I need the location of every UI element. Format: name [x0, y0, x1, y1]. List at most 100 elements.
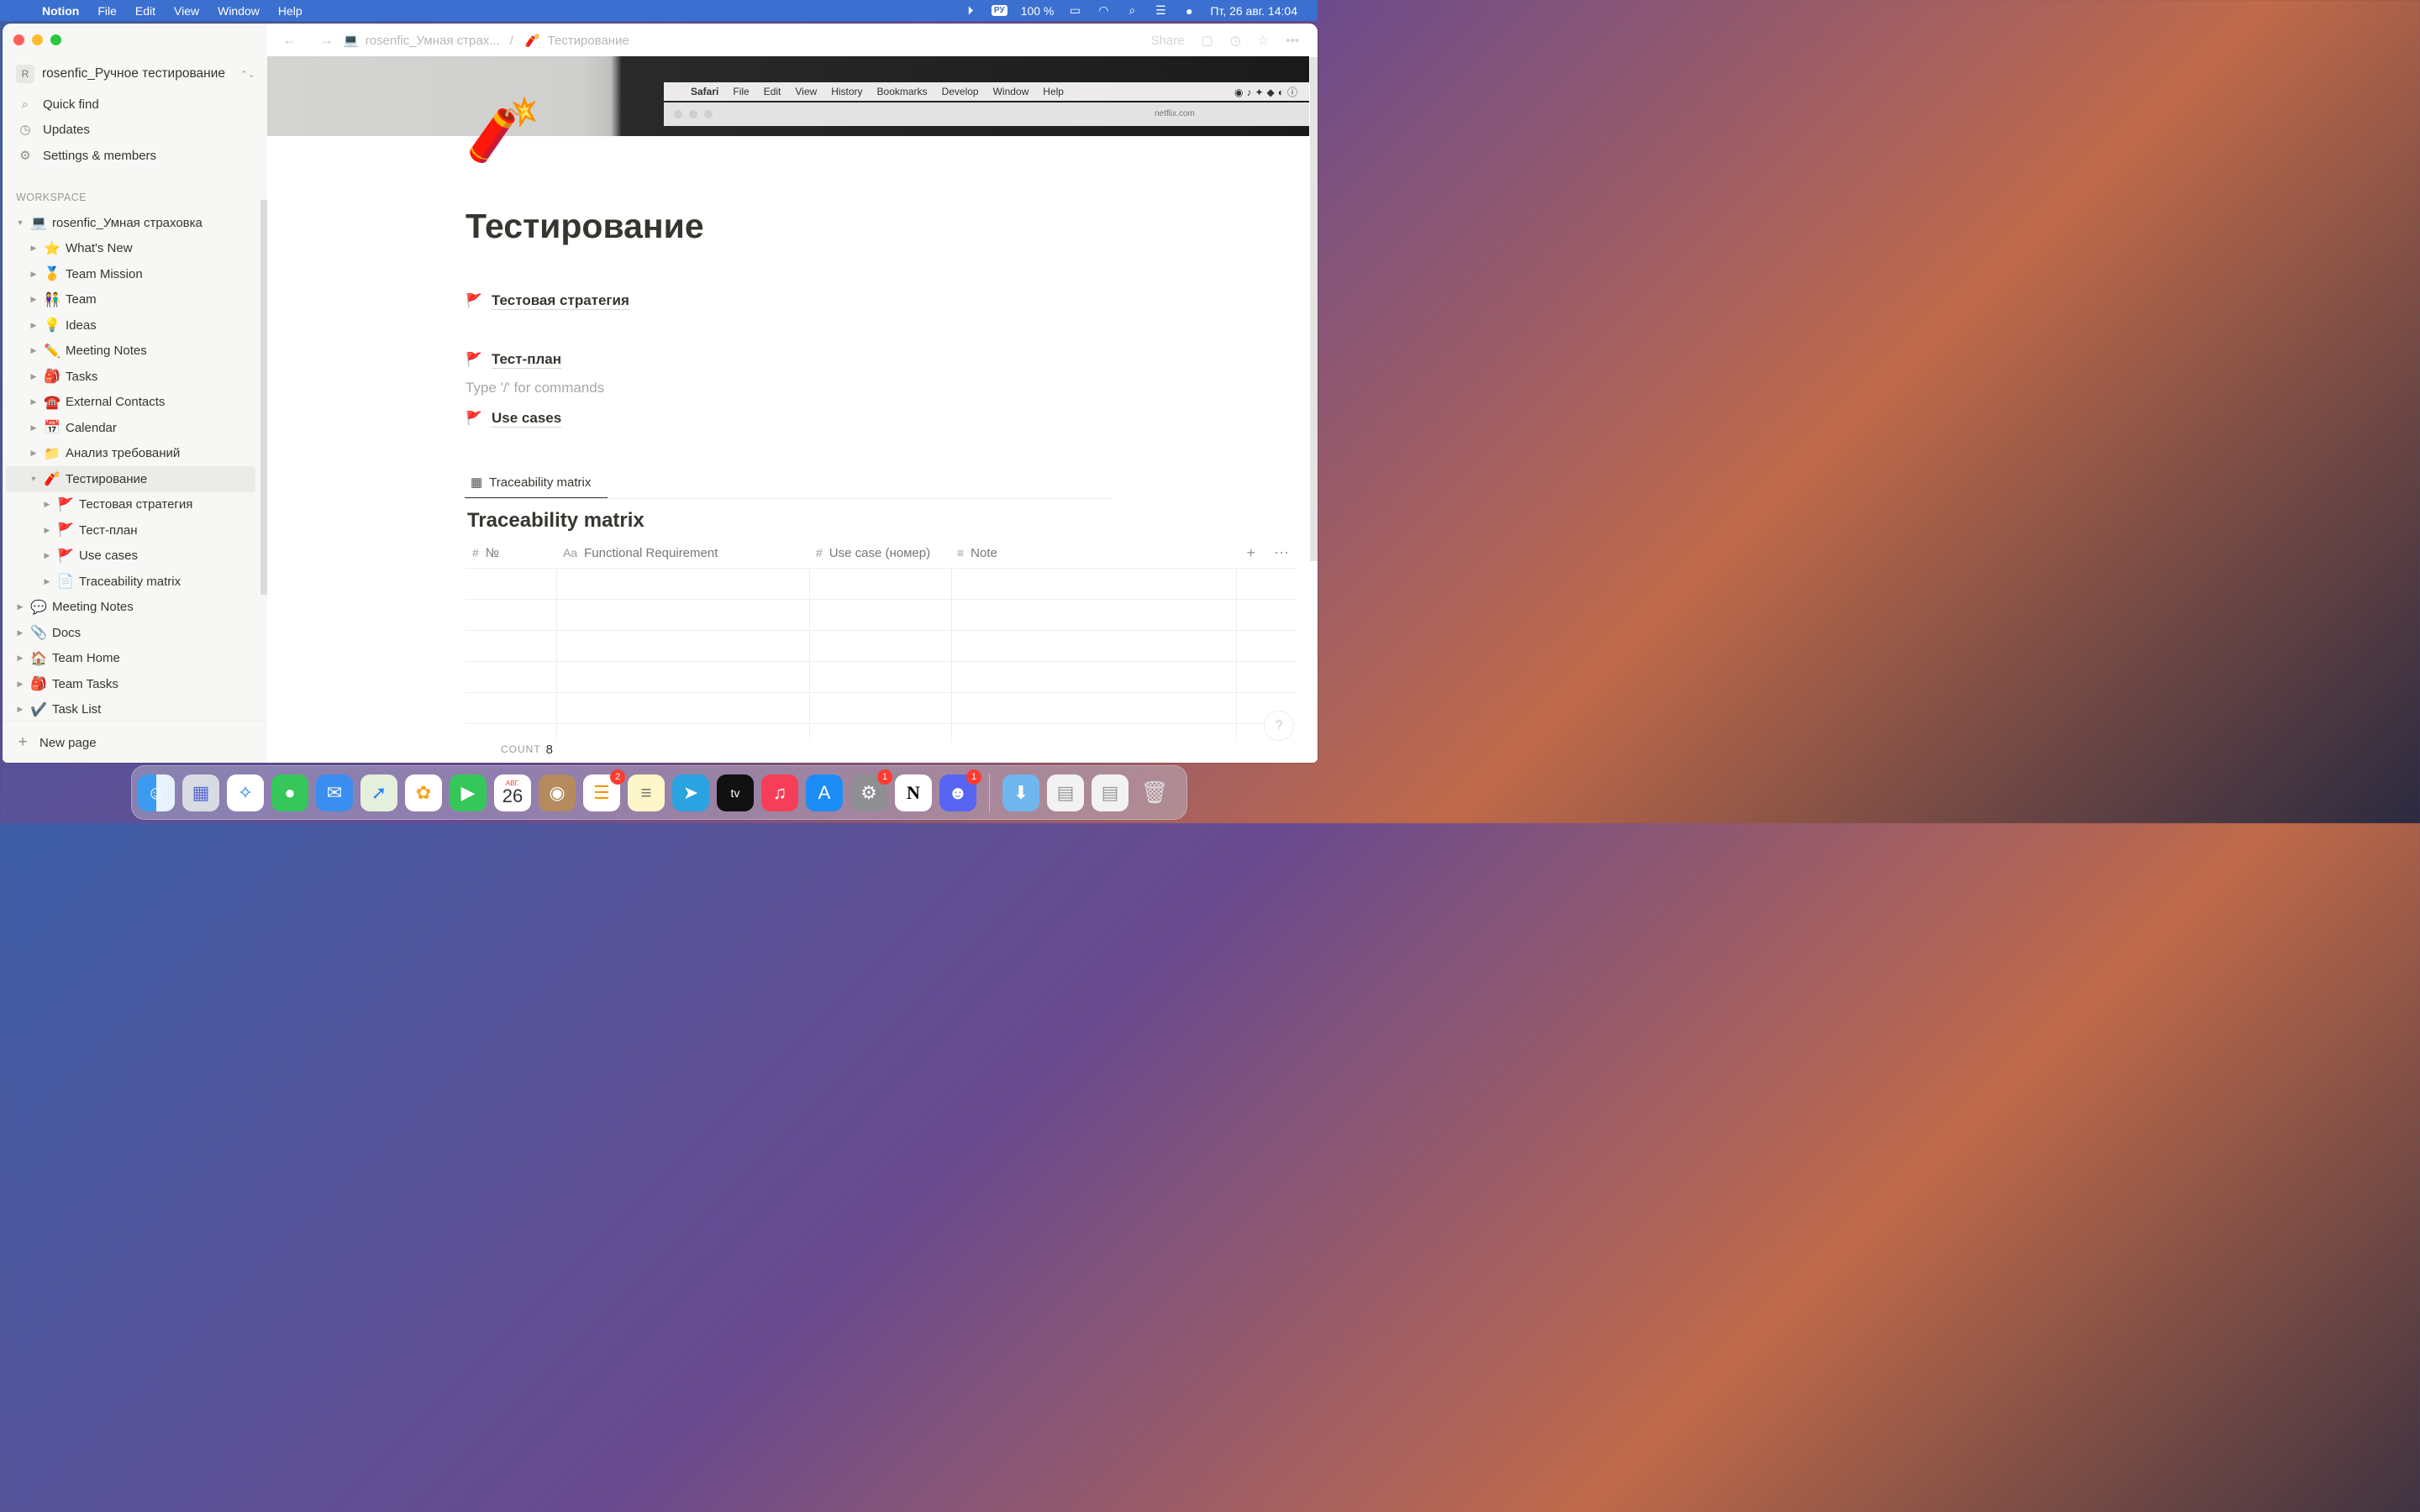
- notes-icon[interactable]: ≡: [628, 774, 665, 811]
- finder-icon[interactable]: ☺: [138, 774, 175, 811]
- breadcrumb-item[interactable]: 🧨 Тестирование: [525, 33, 629, 49]
- collapsed-arrow-icon[interactable]: ▶: [41, 577, 53, 586]
- subpage-link-use-cases[interactable]: 🚩 Use cases: [466, 406, 562, 431]
- sidebar-item-external-contacts[interactable]: ▶ ☎️ External Contacts: [3, 390, 259, 416]
- sidebar-scrollbar[interactable]: [260, 200, 267, 595]
- sidebar-item-ideas[interactable]: ▶ 💡 Ideas: [3, 312, 259, 339]
- table-row[interactable]: [466, 569, 1297, 600]
- sidebar-item-team[interactable]: ▶ 👫 Team: [3, 287, 259, 313]
- sidebar-item-calendar[interactable]: ▶ 📅 Calendar: [3, 415, 259, 441]
- battery-percentage[interactable]: 100 %: [1021, 4, 1055, 18]
- sidebar-item-docs[interactable]: ▶ 📎 Docs: [3, 620, 259, 646]
- facetime-icon[interactable]: ▶: [450, 774, 487, 811]
- collapsed-arrow-icon[interactable]: ▶: [14, 705, 26, 714]
- subpage-link-testovaya-strategiya[interactable]: 🚩 Тестовая стратегия: [466, 288, 629, 313]
- reminders-icon[interactable]: ☰ 2: [583, 769, 625, 811]
- table-row[interactable]: [466, 662, 1297, 693]
- table-row[interactable]: [466, 600, 1297, 631]
- telegram-icon[interactable]: ➤: [672, 774, 709, 811]
- column-header-note[interactable]: ≡ Note: [950, 538, 1234, 568]
- system-preferences-icon[interactable]: ⚙ 1: [850, 769, 892, 811]
- collapsed-arrow-icon[interactable]: ▶: [14, 602, 26, 612]
- control-center-icon[interactable]: ☰: [1153, 3, 1168, 17]
- collapsed-arrow-icon[interactable]: ▶: [28, 295, 39, 304]
- app-store-icon[interactable]: A: [806, 774, 843, 811]
- new-page-button[interactable]: + New page: [3, 721, 267, 763]
- sidebar-item-use-cases[interactable]: ▶ 🚩 Use cases: [3, 543, 259, 570]
- sidebar-item-traceability-matrix[interactable]: ▶ 📄 Traceability matrix: [3, 569, 259, 595]
- updates-clock-icon[interactable]: ◷: [1230, 33, 1241, 48]
- subpage-link-test-plan[interactable]: 🚩 Тест-план: [466, 347, 561, 372]
- expanded-arrow-icon[interactable]: ▼: [14, 218, 26, 227]
- trash-icon[interactable]: 🗑: [1136, 774, 1173, 811]
- contacts-icon[interactable]: ◉: [539, 774, 576, 811]
- photos-icon[interactable]: ✿: [405, 774, 442, 811]
- updates-button[interactable]: ◷ Updates: [16, 118, 89, 140]
- collapsed-arrow-icon[interactable]: ▶: [28, 346, 39, 355]
- spotlight-search-icon[interactable]: ⌕: [1124, 3, 1139, 17]
- collapsed-arrow-icon[interactable]: ▶: [28, 244, 39, 253]
- menu-window[interactable]: Window: [218, 4, 260, 18]
- sidebar-item-team-tasks[interactable]: ▶ 🎒 Team Tasks: [3, 671, 259, 697]
- content-scrollbar[interactable]: [1310, 57, 1318, 561]
- favorite-star-icon[interactable]: ☆: [1258, 33, 1269, 48]
- messages-icon[interactable]: ●: [271, 774, 308, 811]
- sidebar-item-tasks[interactable]: ▶ 🎒 Tasks: [3, 364, 259, 390]
- sidebar-item-analiz-trebovaniy[interactable]: ▶ 📁 Анализ требований: [3, 441, 259, 467]
- sidebar-item-meeting-notes-root[interactable]: ▶ 💬 Meeting Notes: [3, 595, 259, 621]
- minimize-window-button[interactable]: [32, 34, 43, 45]
- menu-view[interactable]: View: [174, 4, 199, 18]
- battery-icon[interactable]: ▭: [1067, 3, 1082, 17]
- collapsed-arrow-icon[interactable]: ▶: [14, 628, 26, 638]
- collapsed-arrow-icon[interactable]: ▶: [28, 372, 39, 381]
- firecracker-page-icon[interactable]: 🧨: [466, 92, 541, 168]
- close-window-button[interactable]: [13, 34, 24, 45]
- sidebar-item-task-list[interactable]: ▶ ✔️ Task List: [3, 697, 259, 723]
- collapsed-arrow-icon[interactable]: ▶: [28, 270, 39, 279]
- database-view-tab[interactable]: ▦ Traceability matrix: [465, 467, 608, 499]
- database-title[interactable]: Traceability matrix: [467, 509, 644, 533]
- count-value[interactable]: 8: [546, 743, 553, 757]
- collapsed-arrow-icon[interactable]: ▶: [14, 680, 26, 689]
- launchpad-icon[interactable]: ▦: [182, 774, 219, 811]
- collapsed-arrow-icon[interactable]: ▶: [28, 321, 39, 330]
- table-row[interactable]: [466, 693, 1297, 724]
- workspace-switcher[interactable]: R rosenfic_Ручное тестирование ⌃⌄: [16, 64, 255, 84]
- sidebar-item-rosenfic-umnaya-strakhovka[interactable]: ▼ 💻 rosenfic_Умная страховка: [3, 210, 259, 236]
- quick-find-button[interactable]: ⌕ Quick find: [16, 93, 99, 115]
- more-options-icon[interactable]: •••: [1286, 34, 1299, 48]
- forward-arrow-icon[interactable]: →: [319, 32, 341, 49]
- table-row[interactable]: [466, 631, 1297, 662]
- sidebar-item-meeting-notes[interactable]: ▶ ✏️ Meeting Notes: [3, 339, 259, 365]
- comments-icon[interactable]: ▢: [1202, 33, 1213, 48]
- maps-icon[interactable]: ➚: [360, 774, 397, 811]
- collapsed-arrow-icon[interactable]: ▶: [41, 500, 53, 509]
- column-header-number[interactable]: # №: [466, 538, 556, 568]
- sidebar-item-team-home[interactable]: ▶ 🏠 Team Home: [3, 646, 259, 672]
- add-property-icon[interactable]: +: [1246, 544, 1255, 562]
- discord-icon[interactable]: ☻ 1: [939, 769, 981, 811]
- input-source-indicator[interactable]: РУ: [991, 5, 1007, 16]
- sidebar-item-whats-new[interactable]: ▶ ⭐ What's New: [3, 236, 259, 262]
- music-icon[interactable]: ♫: [761, 774, 798, 811]
- clock[interactable]: Пт, 26 авг. 14:04: [1210, 4, 1297, 18]
- recent-document-icon[interactable]: ▤: [1047, 774, 1084, 811]
- back-arrow-icon[interactable]: ←: [282, 32, 304, 49]
- count-label[interactable]: COUNT: [501, 743, 541, 755]
- recent-document-icon[interactable]: ▤: [1092, 774, 1128, 811]
- column-header-use-case[interactable]: # Use case (номер): [809, 538, 950, 568]
- breadcrumb-item[interactable]: 💻 rosenfic_Умная страх...: [343, 33, 500, 49]
- sidebar-item-testovaya-strategiya[interactable]: ▶ 🚩 Тестовая стратегия: [3, 492, 259, 518]
- wifi-icon[interactable]: ◠: [1096, 3, 1111, 17]
- menu-file[interactable]: File: [97, 4, 117, 18]
- sidebar-item-testirovanie[interactable]: ▼ 🧨 Тестирование: [6, 466, 255, 492]
- menu-help[interactable]: Help: [278, 4, 302, 18]
- apple-tv-icon[interactable]: tv: [717, 774, 754, 811]
- share-button[interactable]: Share: [1150, 34, 1184, 48]
- collapsed-arrow-icon[interactable]: ▶: [28, 423, 39, 433]
- expanded-arrow-icon[interactable]: ▼: [28, 475, 39, 483]
- screen-recording-icon[interactable]: ⏵: [963, 3, 978, 17]
- column-header-functional-requirement[interactable]: Aa Functional Requirement: [556, 538, 809, 568]
- sidebar-item-test-plan[interactable]: ▶ 🚩 Тест-план: [3, 517, 259, 543]
- collapsed-arrow-icon[interactable]: ▶: [41, 526, 53, 535]
